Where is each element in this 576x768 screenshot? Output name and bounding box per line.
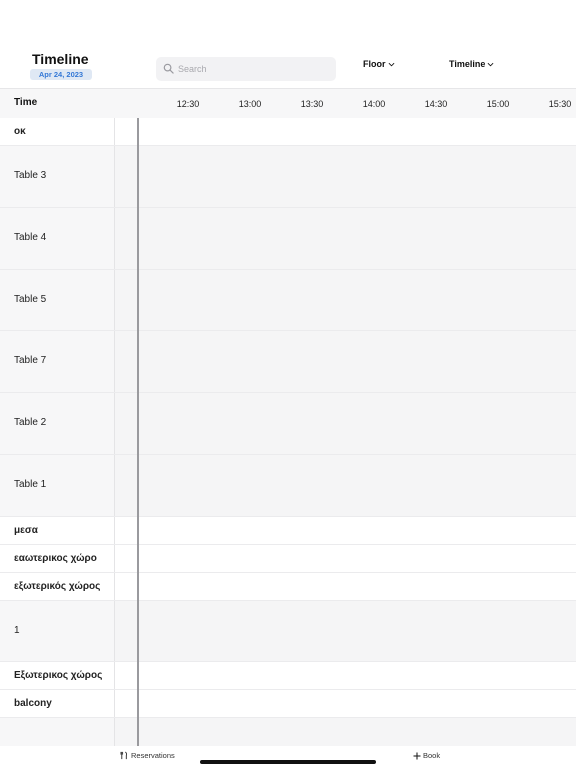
time-tick: 12:30	[176, 99, 200, 109]
row-label: Table 5	[14, 294, 47, 305]
row-label: Table 7	[14, 355, 47, 366]
timeline-row[interactable]: Table 3	[0, 146, 576, 208]
row-label: εξωτερικός χώρος	[14, 581, 101, 592]
timeline-row[interactable]: μεσα	[0, 517, 576, 545]
floor-dropdown-label: Floor	[363, 59, 386, 69]
page-title: Timeline	[32, 51, 89, 67]
time-tick: 13:00	[238, 99, 262, 109]
row-label-cell: balcony	[0, 690, 115, 717]
timeline-row[interactable]: Table 2	[0, 393, 576, 455]
row-label-cell: εξωτερικός χώρος	[0, 573, 115, 600]
timeline-grid[interactable]: οκ Table 3 Table 4 Table 5 Table 7 Table…	[0, 118, 576, 746]
timeline-row[interactable]: οκ	[0, 118, 576, 146]
current-time-line	[137, 118, 139, 746]
header: Timeline Apr 24, 2023 Search Floor Timel…	[0, 0, 576, 88]
timeline-row[interactable]: εαωτερικος χώρο	[0, 545, 576, 573]
timeline-row[interactable]: Table 5	[0, 270, 576, 331]
time-tick: 13:30	[300, 99, 324, 109]
time-tick: 15:00	[486, 99, 510, 109]
time-axis-row: Time 12:30 13:00 13:30 14:00 14:30 15:00…	[0, 88, 576, 120]
chevron-down-icon	[487, 62, 494, 66]
timeline-row[interactable]: Table 1	[0, 455, 576, 517]
row-label: μεσα	[14, 525, 38, 536]
fork-knife-icon	[120, 751, 128, 760]
view-dropdown[interactable]: Timeline	[449, 59, 494, 69]
search-placeholder: Search	[178, 64, 207, 74]
plus-icon	[413, 752, 421, 759]
date-badge[interactable]: Apr 24, 2023	[30, 69, 92, 80]
chevron-down-icon	[388, 62, 394, 66]
timeline-row[interactable]: balcony	[0, 690, 576, 718]
row-label-cell: Table 1	[0, 455, 115, 516]
home-indicator	[200, 760, 376, 764]
view-dropdown-label: Timeline	[449, 59, 486, 69]
time-tick: 14:30	[424, 99, 448, 109]
row-label: εαωτερικος χώρο	[14, 553, 97, 564]
row-label: Table 1	[14, 479, 47, 490]
row-label: balcony	[14, 698, 52, 709]
row-label: Table 3	[14, 170, 47, 181]
reservations-tab-label: Reservations	[131, 751, 175, 760]
row-label: Table 2	[14, 417, 47, 428]
row-label: 1	[14, 625, 20, 636]
row-label-cell: Table 5	[0, 270, 115, 330]
search-icon	[163, 63, 174, 74]
time-tick: 15:30	[548, 99, 572, 109]
timeline-row[interactable]: εξωτερικός χώρος	[0, 573, 576, 601]
row-label: οκ	[14, 126, 26, 137]
timeline-row[interactable]: Table 4	[0, 208, 576, 270]
row-label-cell: Table 7	[0, 331, 115, 392]
search-input[interactable]: Search	[156, 57, 336, 81]
bottom-tab-bar: Reservations Book	[0, 746, 576, 768]
time-tick: 14:00	[362, 99, 386, 109]
book-tab-label: Book	[423, 751, 441, 760]
time-axis-label: Time	[14, 97, 38, 108]
row-label-cell	[0, 718, 115, 746]
timeline-row[interactable]	[0, 718, 576, 746]
row-label-cell: μεσα	[0, 517, 115, 544]
row-label: Εξωτερικος χώρος	[14, 670, 103, 681]
row-label-cell: Table 4	[0, 208, 115, 269]
floor-dropdown[interactable]: Floor	[363, 59, 395, 69]
timeline-row[interactable]: Εξωτερικος χώρος	[0, 662, 576, 690]
row-label: Table 4	[14, 232, 47, 243]
row-label-cell: οκ	[0, 118, 115, 145]
timeline-row[interactable]: 1	[0, 601, 576, 662]
row-label-cell: Table 3	[0, 146, 115, 207]
row-label-cell: εαωτερικος χώρο	[0, 545, 115, 572]
row-label-cell: Table 2	[0, 393, 115, 454]
timeline-row[interactable]: Table 7	[0, 331, 576, 393]
reservations-tab[interactable]: Reservations	[120, 751, 175, 760]
row-label-cell: Εξωτερικος χώρος	[0, 662, 115, 689]
row-label-cell: 1	[0, 601, 115, 661]
book-tab[interactable]: Book	[413, 751, 440, 760]
